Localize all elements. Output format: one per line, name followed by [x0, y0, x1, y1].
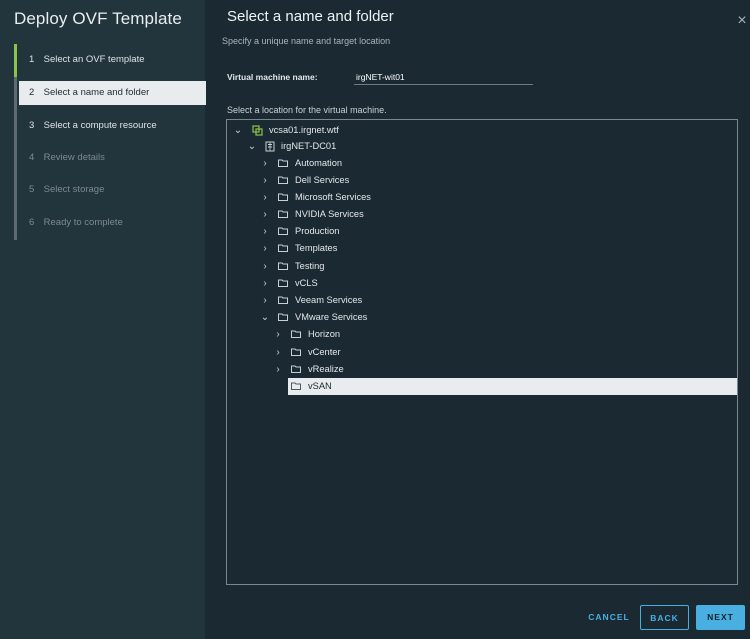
step-label: Ready to complete — [43, 217, 123, 228]
step-number: 3 — [29, 120, 35, 131]
vm-name-input[interactable] — [354, 69, 533, 85]
folder-tree: ⌄ vcsa01.irgnet.wtf ⌄ irgNET-DC01 › Auto… — [226, 119, 738, 585]
folder-icon — [278, 296, 288, 304]
tree-node-vsan[interactable]: vSAN — [288, 378, 737, 395]
tree-node-vmware-services[interactable]: ⌄ VMware Services — [227, 309, 737, 326]
tree-node-label: VMware Services — [295, 312, 368, 322]
step-label: Select storage — [43, 184, 105, 195]
tree-node-vrealize[interactable]: › vRealize — [227, 361, 737, 378]
step-label: Select a name and folder — [43, 87, 150, 98]
folder-icon — [278, 279, 288, 287]
tree-node-label: NVIDIA Services — [295, 209, 364, 219]
tree-node-label: vcsa01.irgnet.wtf — [269, 125, 339, 135]
folder-icon — [278, 176, 288, 184]
tree-node-label: Horizon — [308, 329, 341, 339]
wizard-steps: 1 Select an OVF template 2 Select a name… — [14, 44, 208, 240]
step-number: 2 — [29, 87, 35, 98]
step-ready-to-complete: 6 Ready to complete — [19, 211, 206, 235]
page-subtitle: Specify a unique name and target locatio… — [222, 36, 391, 46]
folder-icon — [278, 193, 288, 201]
folder-icon — [278, 244, 288, 252]
chevron-right-icon[interactable]: › — [260, 240, 270, 257]
wizard-title: Deploy OVF Template — [14, 9, 182, 28]
step-select-compute-resource[interactable]: 3 Select a compute resource — [19, 114, 206, 138]
back-button[interactable]: BACK — [640, 605, 689, 630]
folder-icon — [291, 365, 301, 373]
folder-icon — [278, 159, 288, 167]
step-select-ovf-template[interactable]: 1 Select an OVF template — [19, 48, 206, 72]
step-review-details: 4 Review details — [19, 146, 206, 170]
tree-node-veeam-services[interactable]: › Veeam Services — [227, 292, 737, 309]
folder-icon — [291, 330, 301, 338]
step-number: 1 — [29, 54, 35, 65]
tree-node-automation[interactable]: › Automation — [227, 155, 737, 172]
chevron-right-icon[interactable]: › — [260, 223, 270, 240]
chevron-right-icon[interactable]: › — [260, 172, 270, 189]
tree-node-label: Veeam Services — [295, 295, 363, 305]
tree-node-label: vCLS — [295, 278, 318, 288]
folder-icon — [291, 348, 301, 356]
folder-icon — [278, 210, 288, 218]
tree-node-label: Testing — [295, 261, 325, 271]
tree-node-templates[interactable]: › Templates — [227, 240, 737, 257]
tree-node-production[interactable]: › Production — [227, 223, 737, 240]
tree-node-label: Templates — [295, 243, 338, 253]
datacenter-icon — [265, 141, 275, 152]
tree-node-vcls[interactable]: › vCLS — [227, 275, 737, 292]
chevron-down-icon[interactable]: ⌄ — [233, 122, 243, 139]
chevron-down-icon[interactable]: ⌄ — [260, 309, 270, 326]
chevron-right-icon[interactable]: › — [260, 258, 270, 275]
tree-node-horizon[interactable]: › Horizon — [227, 326, 737, 343]
chevron-right-icon[interactable]: › — [260, 206, 270, 223]
tree-node-testing[interactable]: › Testing — [227, 258, 737, 275]
folder-icon — [278, 262, 288, 270]
chevron-right-icon[interactable]: › — [260, 275, 270, 292]
step-select-name-and-folder[interactable]: 2 Select a name and folder — [19, 81, 206, 105]
chevron-right-icon[interactable]: › — [260, 189, 270, 206]
step-number: 4 — [29, 152, 35, 163]
next-button[interactable]: NEXT — [696, 605, 745, 630]
tree-node-label: Dell Services — [295, 175, 350, 185]
tree-node-label: Microsoft Services — [295, 192, 371, 202]
wizard-sidebar: Deploy OVF Template 1 Select an OVF temp… — [0, 0, 208, 639]
tree-node-label: vRealize — [308, 364, 344, 374]
close-icon[interactable]: × — [734, 12, 750, 30]
tree-node-label: vSAN — [308, 381, 332, 391]
step-label: Select a compute resource — [43, 120, 157, 131]
vm-name-label: Virtual machine name: — [227, 72, 318, 82]
vcenter-icon — [252, 125, 263, 136]
step-progress-indicator — [14, 44, 17, 77]
folder-icon — [278, 227, 288, 235]
step-select-storage: 5 Select storage — [19, 178, 206, 202]
tree-node-label: vCenter — [308, 347, 341, 357]
chevron-down-icon[interactable]: ⌄ — [247, 138, 257, 155]
page-title: Select a name and folder — [227, 8, 394, 25]
chevron-right-icon[interactable]: › — [260, 292, 270, 309]
step-number: 6 — [29, 217, 35, 228]
tree-node-nvidia-services[interactable]: › NVIDIA Services — [227, 206, 737, 223]
location-label: Select a location for the virtual machin… — [227, 105, 387, 115]
folder-icon — [278, 313, 288, 321]
tree-node-label: irgNET-DC01 — [281, 141, 337, 151]
tree-node-microsoft-services[interactable]: › Microsoft Services — [227, 189, 737, 206]
tree-node-vcenter[interactable]: ⌄ vcsa01.irgnet.wtf — [227, 122, 737, 139]
tree-node-dell-services[interactable]: › Dell Services — [227, 172, 737, 189]
chevron-right-icon[interactable]: › — [273, 344, 283, 361]
step-number: 5 — [29, 184, 35, 195]
chevron-right-icon[interactable]: › — [260, 155, 270, 172]
tree-node-vcenter-folder[interactable]: › vCenter — [227, 344, 737, 361]
cancel-button[interactable]: CANCEL — [584, 605, 634, 630]
chevron-right-icon[interactable]: › — [273, 326, 283, 343]
step-label: Select an OVF template — [43, 54, 145, 65]
folder-icon — [291, 382, 301, 390]
chevron-right-icon[interactable]: › — [273, 361, 283, 378]
tree-node-label: Production — [295, 226, 340, 236]
tree-node-label: Automation — [295, 158, 343, 168]
tree-node-datacenter[interactable]: ⌄ irgNET-DC01 — [227, 138, 737, 155]
step-label: Review details — [43, 152, 105, 163]
